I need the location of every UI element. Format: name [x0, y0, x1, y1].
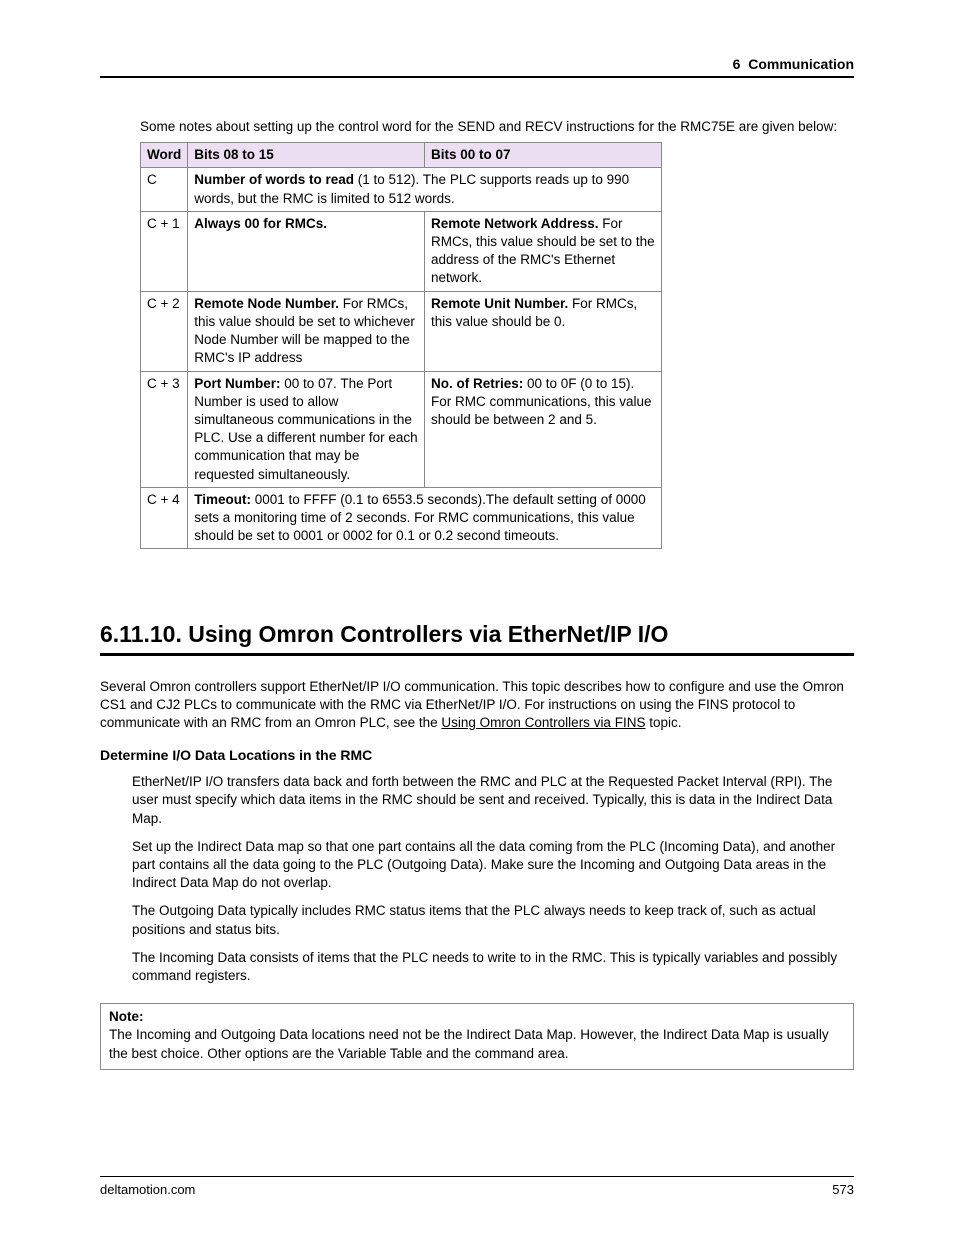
page-header: 6 Communication — [100, 55, 854, 78]
table-row: C + 1 Always 00 for RMCs. Remote Network… — [141, 211, 662, 291]
cell-hi: Port Number: 00 to 07. The Port Number i… — [188, 371, 425, 487]
header-title: Communication — [748, 56, 854, 72]
cell-word: C — [141, 168, 188, 211]
cell-hi: Always 00 for RMCs. — [188, 211, 425, 291]
cell-word: C + 1 — [141, 211, 188, 291]
section-heading: 6.11.10. Using Omron Controllers via Eth… — [100, 619, 854, 655]
note-body: The Incoming and Outgoing Data locations… — [109, 1026, 845, 1062]
note-label: Note: — [109, 1008, 845, 1026]
detail-paragraph: The Outgoing Data typically includes RMC… — [132, 902, 854, 938]
indented-block: EtherNet/IP I/O transfers data back and … — [132, 773, 854, 985]
cell-word: C + 4 — [141, 487, 188, 549]
col-bits-lo: Bits 00 to 07 — [424, 143, 661, 168]
section-number: 6.11.10. — [100, 621, 182, 647]
page-footer: deltamotion.com 573 — [100, 1176, 854, 1199]
cell-hi: Remote Node Number. For RMCs, this value… — [188, 291, 425, 371]
cell-span: Number of words to read (1 to 512). The … — [188, 168, 662, 211]
footer-site: deltamotion.com — [100, 1181, 195, 1199]
table-header-row: Word Bits 08 to 15 Bits 00 to 07 — [141, 143, 662, 168]
sub-heading: Determine I/O Data Locations in the RMC — [100, 746, 854, 765]
table-row: C Number of words to read (1 to 512). Th… — [141, 168, 662, 211]
cell-lo: Remote Network Address. For RMCs, this v… — [424, 211, 661, 291]
col-word: Word — [141, 143, 188, 168]
fins-link[interactable]: Using Omron Controllers via FINS — [441, 715, 645, 730]
footer-page-number: 573 — [832, 1181, 854, 1199]
section-title: Using Omron Controllers via EtherNet/IP … — [188, 621, 668, 647]
cell-word: C + 3 — [141, 371, 188, 487]
detail-paragraph: The Incoming Data consists of items that… — [132, 949, 854, 985]
cell-span: Timeout: 0001 to FFFF (0.1 to 6553.5 sec… — [188, 487, 662, 549]
cell-lo: No. of Retries: 00 to 0F (0 to 15). For … — [424, 371, 661, 487]
cell-word: C + 2 — [141, 291, 188, 371]
table-row: C + 4 Timeout: 0001 to FFFF (0.1 to 6553… — [141, 487, 662, 549]
detail-paragraph: Set up the Indirect Data map so that one… — [132, 838, 854, 893]
header-section-number: 6 — [733, 56, 741, 72]
section-paragraph: Several Omron controllers support EtherN… — [100, 678, 854, 733]
col-bits-hi: Bits 08 to 15 — [188, 143, 425, 168]
intro-paragraph: Some notes about setting up the control … — [140, 118, 854, 136]
table-row: C + 3 Port Number: 00 to 07. The Port Nu… — [141, 371, 662, 487]
page: 6 Communication Some notes about setting… — [0, 0, 954, 1235]
note-box: Note: The Incoming and Outgoing Data loc… — [100, 1003, 854, 1070]
detail-paragraph: EtherNet/IP I/O transfers data back and … — [132, 773, 854, 828]
table-row: C + 2 Remote Node Number. For RMCs, this… — [141, 291, 662, 371]
cell-lo: Remote Unit Number. For RMCs, this value… — [424, 291, 661, 371]
control-word-table: Word Bits 08 to 15 Bits 00 to 07 C Numbe… — [140, 142, 662, 549]
